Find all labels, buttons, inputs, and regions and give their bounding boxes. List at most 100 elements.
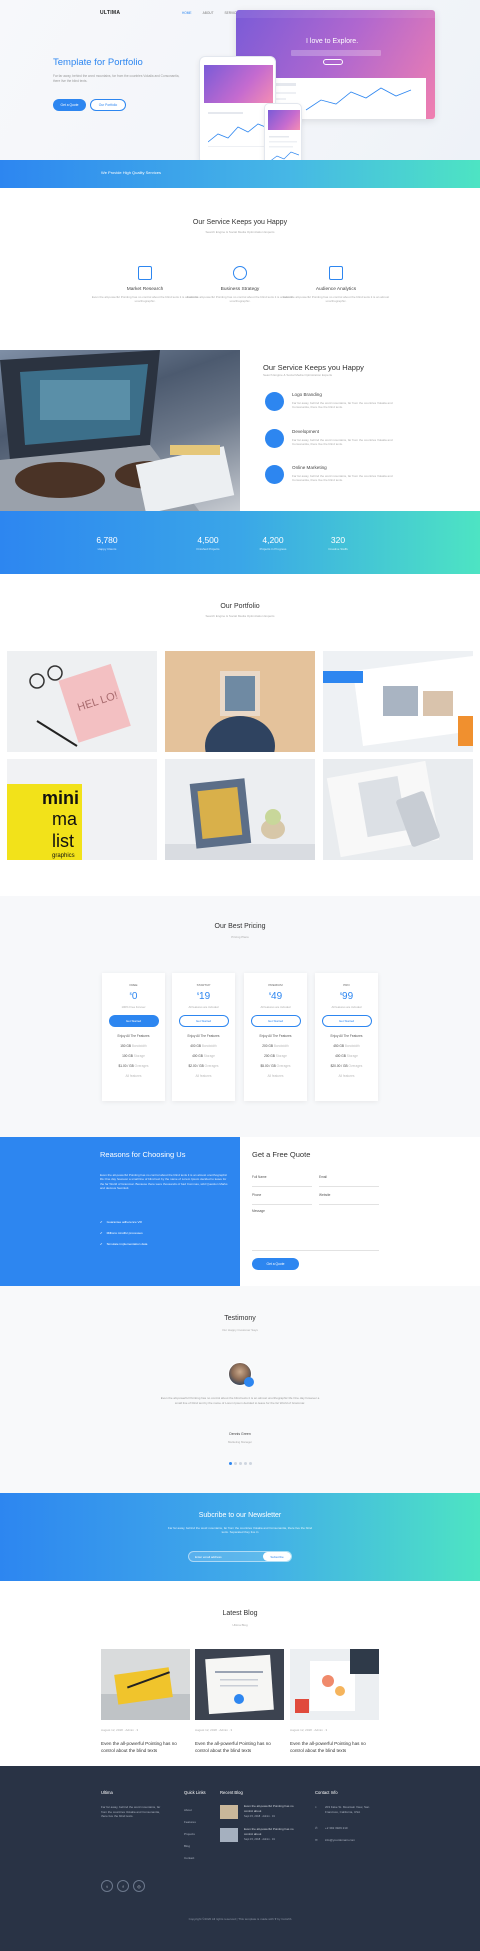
portfolio-item[interactable] <box>323 651 473 752</box>
pricing-card-premium: PREMIUM $49 All features are included Ge… <box>244 973 307 1101</box>
portfolio-item[interactable]: HEL LO! <box>7 651 157 752</box>
carousel-dot[interactable] <box>229 1462 232 1465</box>
site-logo[interactable]: ULTIMA <box>100 10 120 16</box>
recent-blog-thumb[interactable] <box>220 1805 238 1819</box>
subscribe-button[interactable]: Subscribe <box>263 1552 291 1561</box>
plan-row: 200 GB Bandwidth <box>262 1044 289 1048</box>
blog-image[interactable] <box>290 1649 379 1720</box>
business-strategy-icon <box>233 266 247 280</box>
audience-analytics-icon <box>329 266 343 280</box>
recent-blog-title[interactable]: Even the all-powerful Pointing has no co… <box>244 1827 302 1836</box>
footer-about: Far far away, behind the word mountains,… <box>101 1805 161 1819</box>
recent-blog-meta: Sept 15, 2018 · Admin · 19 <box>244 1815 275 1818</box>
market-research-icon <box>138 266 152 280</box>
plan-feature: Enjoy All The Features <box>187 1034 220 1038</box>
footer-link-about[interactable]: About <box>184 1808 192 1813</box>
contact-phone[interactable]: +2 392 3929 210 <box>325 1826 348 1831</box>
contact-address: 203 Fake St. Mountain View, San Francisc… <box>325 1805 370 1814</box>
blog-image[interactable] <box>195 1649 284 1720</box>
full-name-field[interactable]: Full Name <box>252 1175 267 1179</box>
blog-post-title[interactable]: Even the all-powerful Pointing has no co… <box>101 1741 190 1754</box>
pricing-card-pro: PRO $99 All features are included Get St… <box>315 973 378 1101</box>
instagram-icon[interactable]: ◎ <box>133 1880 145 1892</box>
footer-link-blog[interactable]: Blog <box>184 1844 190 1849</box>
book-text-mini: mini <box>42 788 79 808</box>
service-business-strategy: Business Strategy Even the all-powerful … <box>186 266 294 304</box>
portfolio-item[interactable] <box>165 759 315 860</box>
carousel-dot[interactable] <box>234 1462 237 1465</box>
plan-price: $49 <box>268 991 283 1002</box>
plan-row: 400 GB Storage <box>192 1054 215 1058</box>
map-pin-icon: ⌖ <box>315 1805 317 1809</box>
plan-feature: Enjoy All The Features <box>117 1034 150 1038</box>
get-started-button[interactable]: Get Started <box>321 1015 372 1027</box>
check-icon: ✔ <box>100 1231 103 1235</box>
carousel-dot[interactable] <box>239 1462 242 1465</box>
blog-image[interactable] <box>101 1649 190 1720</box>
plan-row: 450 GB Bandwidth <box>333 1044 360 1048</box>
recent-blog-title: Recent Blog <box>220 1790 243 1795</box>
portfolio-item[interactable] <box>323 759 473 860</box>
service-audience-analytics: Audience Analytics Even the all-powerful… <box>282 266 390 304</box>
email-underline <box>319 1186 379 1187</box>
plan-name: STARTUP <box>196 983 211 987</box>
blog-post-title[interactable]: Even the all-powerful Pointing has no co… <box>195 1741 284 1754</box>
copyright: Copyright ©2020 All rights reserved | Th… <box>188 1917 292 1921</box>
book-text-graphics: graphics <box>52 853 75 859</box>
service-desc: Even the all-powerful Pointing has no co… <box>186 295 294 304</box>
laptop-work-photo <box>0 350 240 512</box>
blog-post-title[interactable]: Even the all-powerful Pointing has no co… <box>290 1741 379 1754</box>
reasons-section <box>0 1137 240 1286</box>
testimony-subtitle: Our Happy Customer Says <box>222 1328 258 1332</box>
plan-row: $5.00 / GB Overages <box>260 1064 291 1068</box>
message-underline <box>252 1250 379 1251</box>
check-item: ✔ Millions mindful processes <box>100 1231 143 1235</box>
recent-blog-thumb[interactable] <box>220 1828 238 1842</box>
footer-link-projects[interactable]: Projects <box>184 1832 195 1837</box>
carousel-dot[interactable] <box>244 1462 247 1465</box>
our-portfolio-button[interactable]: Our Portfolio <box>90 99 126 111</box>
nav-home[interactable]: HOME <box>182 11 192 15</box>
carousel-dot[interactable] <box>249 1462 252 1465</box>
feature-desc: Far far away, behind the word mountains,… <box>292 401 393 410</box>
get-started-button[interactable]: Get Started <box>250 1015 301 1027</box>
services-subtitle: Search Engine & Social Media Optimizatio… <box>205 230 275 234</box>
facebook-icon[interactable]: f <box>117 1880 129 1892</box>
twitter-icon[interactable]: t <box>101 1880 113 1892</box>
portfolio-item[interactable] <box>165 651 315 752</box>
quick-links-title: Quick Links <box>184 1790 206 1795</box>
website-field[interactable]: Website <box>319 1193 330 1197</box>
newsletter-text: Far far away, behind the word mountains,… <box>167 1526 313 1535</box>
hero-title: Template for Portfolio <box>53 57 143 68</box>
quote-icon <box>244 1377 254 1387</box>
band-text: We Provide High Quality Services <box>101 170 161 175</box>
stat-creative-staffs: 320 Creative Staffs <box>298 535 378 551</box>
phone-field[interactable]: Phone <box>252 1193 261 1197</box>
stat-number: 6,780 <box>96 535 118 545</box>
plan-row: $1.00 / GB Overages <box>118 1064 149 1068</box>
get-started-button[interactable]: Get Started <box>108 1015 159 1027</box>
get-started-button[interactable]: Get Started <box>178 1015 229 1027</box>
email-field[interactable]: Email <box>319 1175 327 1179</box>
footer-link-contact[interactable]: Contact <box>184 1856 194 1861</box>
contact-email[interactable]: info@yourdomain.com <box>325 1838 355 1843</box>
plan-desc: All features are included <box>188 1005 219 1009</box>
testimony-name: Dennis Green <box>229 1432 251 1436</box>
nav-about[interactable]: ABOUT <box>203 11 214 15</box>
plan-row: All features <box>125 1074 142 1078</box>
pricing-title: Our Best Pricing <box>214 923 266 930</box>
website-underline <box>319 1204 379 1205</box>
plan-feature: Enjoy All The Features <box>259 1034 292 1038</box>
recent-blog-title[interactable]: Even the all-powerful Pointing has no co… <box>244 1804 302 1813</box>
footer-brand: Ultima <box>101 1790 113 1795</box>
get-quote-button[interactable]: Get a Quote <box>53 99 86 111</box>
footer-link-features[interactable]: Features <box>184 1820 196 1825</box>
laptop-title: I love to Explore. <box>306 38 359 45</box>
portfolio-item[interactable]: mini ma list graphics <box>7 759 157 860</box>
message-field[interactable]: Message <box>252 1209 265 1213</box>
recent-blog-meta: Sept 15, 2018 · Admin · 19 <box>244 1838 275 1841</box>
get-quote-submit-button[interactable]: Get a Quote <box>252 1258 299 1270</box>
service-market-research: Market Research Even the all-powerful Po… <box>91 266 199 304</box>
testimony-role: Marketing Manager <box>227 1440 253 1444</box>
newsletter-title: Subcribe to our Newsletter <box>198 1512 282 1519</box>
